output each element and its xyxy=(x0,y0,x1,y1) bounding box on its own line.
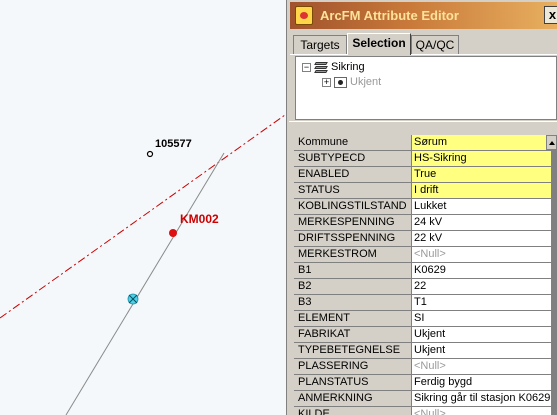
attribute-value-cell[interactable]: 22 kV xyxy=(412,231,551,247)
attribute-name-cell: FABRIKAT xyxy=(294,327,412,343)
table-row[interactable]: TYPEBETEGNELSE Ukjent xyxy=(294,343,557,359)
attribute-value-cell[interactable]: I drift xyxy=(412,183,551,199)
table-row[interactable]: ANMERKNING Sikring går til stasjon K0629 xyxy=(294,391,557,407)
table-row[interactable]: B3 T1 xyxy=(294,295,557,311)
attribute-name-cell: ELEMENT xyxy=(294,311,412,327)
attribute-value-cell[interactable]: 22 xyxy=(412,279,551,295)
attribute-name-cell: KOBLINGSTILSTAND xyxy=(294,199,412,215)
table-row[interactable]: KILDE <Null> xyxy=(294,407,557,415)
window-title: ArcFM Attribute Editor xyxy=(320,8,459,23)
attribute-value-cell[interactable]: 24 kV xyxy=(412,215,551,231)
table-row[interactable]: DRIFTSSPENNING 22 kV xyxy=(294,231,557,247)
attribute-value-cell[interactable]: SI xyxy=(412,311,551,327)
attribute-value-cell[interactable]: True xyxy=(412,167,551,183)
tree-layer-label: Sikring xyxy=(331,61,365,73)
attribute-name-cell: ENABLED xyxy=(294,167,412,183)
attribute-value-cell[interactable]: Lukket xyxy=(412,199,551,215)
attribute-value-cell[interactable]: Sikring går til stasjon K0629 xyxy=(412,391,551,407)
point-label: 105577 xyxy=(155,138,192,150)
attribute-name-cell: DRIFTSSPENNING xyxy=(294,231,412,247)
attribute-name-cell: MERKESTROM xyxy=(294,247,412,263)
attribute-value-cell[interactable]: K0629 xyxy=(412,263,551,279)
attribute-name-cell: Kommune xyxy=(294,135,412,151)
tab-divider xyxy=(290,54,557,55)
attribute-value-cell[interactable]: Ferdig bygd xyxy=(412,375,551,391)
attribute-name-cell: PLANSTATUS xyxy=(294,375,412,391)
attribute-name-cell: SUBTYPECD xyxy=(294,151,412,167)
expand-icon[interactable]: + xyxy=(322,77,331,87)
table-row[interactable]: MERKESPENNING 24 kV xyxy=(294,215,557,231)
table-row[interactable]: Kommune Sørum xyxy=(294,135,557,151)
feature-icon xyxy=(334,76,347,88)
attribute-value-cell[interactable]: Ukjent xyxy=(412,343,551,359)
table-row[interactable]: MERKESTROM <Null> xyxy=(294,247,557,263)
attribute-name-cell: B2 xyxy=(294,279,412,295)
attribute-value-cell[interactable]: <Null> xyxy=(412,407,551,415)
station-label: KM002 xyxy=(180,212,219,226)
table-row[interactable]: ENABLED True xyxy=(294,167,557,183)
tree-node-feature[interactable]: + Ukjent xyxy=(322,75,381,89)
tab-selection[interactable]: Selection xyxy=(347,33,411,55)
table-row[interactable]: FABRIKAT Ukjent xyxy=(294,327,557,343)
table-row[interactable]: PLANSTATUS Ferdig bygd xyxy=(294,375,557,391)
selection-tree[interactable]: − Sikring + Ukjent xyxy=(295,56,557,120)
table-row[interactable]: B2 22 xyxy=(294,279,557,295)
attribute-grid[interactable]: Kommune Sørum SUBTYPECD HS-Sikring ENABLED Tr… xyxy=(294,135,557,415)
title-bar[interactable]: ArcFM Attribute Editor x xyxy=(290,2,557,29)
tab-qaqc[interactable]: QA/QC xyxy=(411,35,459,54)
layer-icon xyxy=(314,61,328,73)
table-row[interactable]: ELEMENT SI xyxy=(294,311,557,327)
point-marker[interactable] xyxy=(146,150,154,158)
attribute-value-cell[interactable]: Sørum xyxy=(412,135,551,151)
junction-marker[interactable] xyxy=(127,293,139,305)
attribute-value-cell[interactable]: HS-Sikring xyxy=(412,151,551,167)
collapse-icon[interactable]: − xyxy=(302,62,311,72)
station-marker[interactable] xyxy=(169,229,177,237)
table-row[interactable]: B1 K0629 xyxy=(294,263,557,279)
attribute-name-cell: STATUS xyxy=(294,183,412,199)
tab-targets[interactable]: Targets xyxy=(293,35,347,54)
attribute-name-cell: B1 xyxy=(294,263,412,279)
table-row[interactable]: PLASSERING <Null> xyxy=(294,359,557,375)
attribute-name-cell: ANMERKNING xyxy=(294,391,412,407)
tree-feature-label: Ukjent xyxy=(350,76,382,88)
arcfm-app-icon xyxy=(295,6,313,25)
attribute-value-cell[interactable]: Ukjent xyxy=(412,327,551,343)
attribute-name-cell: KILDE xyxy=(294,407,412,415)
table-row[interactable]: STATUS I drift xyxy=(294,183,557,199)
splitter[interactable] xyxy=(289,121,557,128)
attribute-value-cell[interactable]: <Null> xyxy=(412,247,551,263)
attribute-name-cell: B3 xyxy=(294,295,412,311)
attribute-name-cell: MERKESPENNING xyxy=(294,215,412,231)
attribute-name-cell: PLASSERING xyxy=(294,359,412,375)
attribute-value-cell[interactable]: <Null> xyxy=(412,359,551,375)
attribute-value-cell[interactable]: T1 xyxy=(412,295,551,311)
table-row[interactable]: SUBTYPECD HS-Sikring xyxy=(294,151,557,167)
attribute-name-cell: TYPEBETEGNELSE xyxy=(294,343,412,359)
close-button[interactable]: x xyxy=(544,6,557,24)
scroll-up-button[interactable] xyxy=(546,135,557,150)
table-row[interactable]: KOBLINGSTILSTAND Lukket xyxy=(294,199,557,215)
tree-node-layer[interactable]: − Sikring xyxy=(302,60,365,74)
